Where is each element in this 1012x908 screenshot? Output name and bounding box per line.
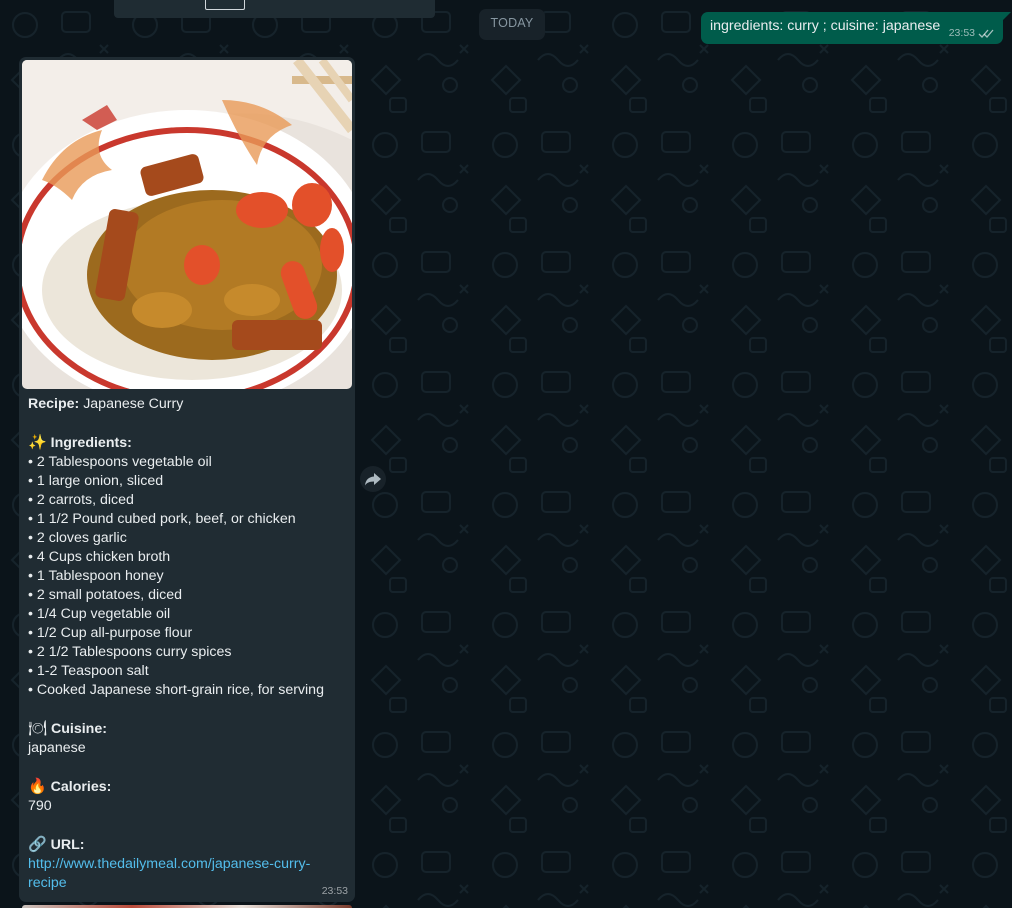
double-check-icon [978, 29, 994, 38]
ingredients-heading: ✨ Ingredients: [28, 433, 348, 453]
outgoing-message-text: ingredients: curry ; cuisine: japanese [710, 18, 941, 34]
url-heading: 🔗 URL: [28, 835, 348, 855]
ingredient-item: • 1/2 Cup all-purpose flour [28, 625, 193, 641]
recipe-url-line-2[interactable]: recipe [28, 874, 348, 893]
recipe-caption: Recipe: Japanese Curry ✨ Ingredients: • … [28, 395, 348, 893]
recipe-url-line-1[interactable]: http://www.thedailymeal.com/japanese-cur… [28, 855, 348, 874]
ingredient-item: • 4 Cups chicken broth [28, 549, 171, 565]
ingredient-item: • 1 1/2 Pound cubed pork, beef, or chick… [28, 511, 296, 527]
outgoing-message[interactable]: ingredients: curry ; cuisine: japanese 2… [701, 12, 1011, 44]
calories-label: Calories: [46, 779, 112, 795]
cuisine-heading: 🍽 Cuisine: [28, 719, 348, 739]
bubble-tail [1002, 12, 1011, 21]
recipe-url-link-cont[interactable]: recipe [28, 875, 67, 891]
plate-icon: 🍽 [28, 719, 48, 737]
ingredients-label: Ingredients: [46, 435, 132, 451]
previous-message-card [114, 0, 435, 18]
recipe-label: Recipe: [28, 396, 80, 412]
calories-heading: 🔥 Calories: [28, 777, 348, 797]
cuisine-label: Cuisine: [47, 721, 107, 737]
forward-button[interactable] [360, 466, 386, 492]
recipe-url-link[interactable]: http://www.thedailymeal.com/japanese-cur… [28, 856, 310, 872]
sparkles-icon: ✨ [28, 433, 47, 451]
ingredient-item: • 2 small potatoes, diced [28, 587, 183, 603]
link-icon: 🔗 [28, 835, 47, 853]
ingredient-item: • 1/4 Cup vegetable oil [28, 606, 171, 622]
recipe-image[interactable] [22, 60, 352, 389]
ingredient-item: • 2 1/2 Tablespoons curry spices [28, 644, 232, 660]
incoming-message-time: 23:53 [321, 885, 348, 897]
recipe-line: Recipe: Japanese Curry [28, 395, 348, 414]
ingredient-item: • 2 Tablespoons vegetable oil [28, 454, 212, 470]
ingredient-item: • 1 Tablespoon honey [28, 568, 164, 584]
incoming-recipe-message[interactable]: Recipe: Japanese Curry ✨ Ingredients: • … [19, 57, 355, 902]
ingredient-item: • Cooked Japanese short-grain rice, for … [28, 682, 324, 698]
recipe-name: Japanese Curry [79, 396, 184, 412]
ingredient-item: • 2 carrots, diced [28, 492, 134, 508]
forward-arrow-icon [365, 473, 381, 486]
url-label: URL: [46, 837, 85, 853]
outgoing-message-meta: 23:53 [949, 27, 994, 39]
fire-icon: 🔥 [28, 777, 47, 795]
date-separator: TODAY [479, 9, 545, 40]
ingredient-item: • 2 cloves garlic [28, 530, 127, 546]
previous-message-thumbnail[interactable] [205, 0, 245, 10]
ingredient-item: • 1-2 Teaspoon salt [28, 663, 149, 679]
outgoing-message-time: 23:53 [948, 27, 975, 39]
cuisine-value: japanese [28, 740, 86, 756]
calories-value: 790 [28, 798, 52, 814]
ingredient-item: • 1 large onion, sliced [28, 473, 164, 489]
